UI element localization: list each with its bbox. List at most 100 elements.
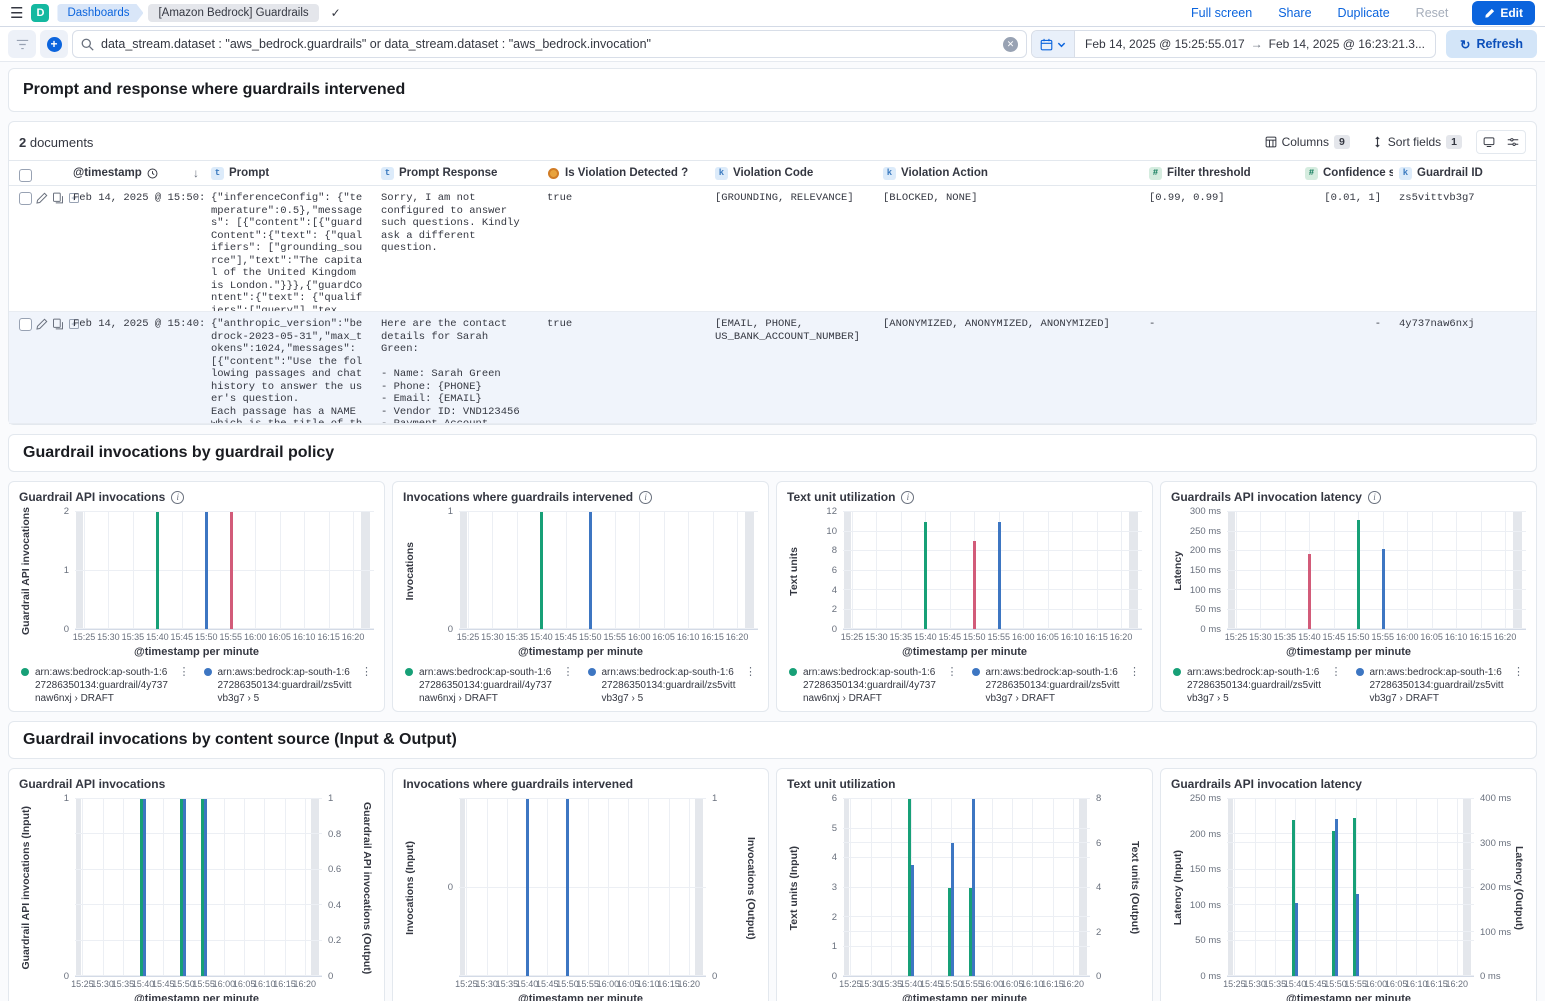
bar-blue[interactable] bbox=[1335, 819, 1338, 976]
cell-prompt[interactable]: {"anthropic_version":"bedrock-2023-05-31… bbox=[205, 312, 375, 423]
bar-blue[interactable] bbox=[1356, 894, 1359, 976]
cell-prompt-response[interactable]: Here are the contact details for Sarah G… bbox=[375, 312, 541, 423]
cell-guardrail-id[interactable]: 4y737naw6nxj bbox=[1393, 312, 1536, 423]
legend-menu-icon[interactable]: ⋮ bbox=[179, 666, 190, 679]
bar-blue[interactable] bbox=[205, 512, 208, 629]
y-tick-label: 4 bbox=[1096, 882, 1101, 893]
bar-blue[interactable] bbox=[951, 843, 954, 976]
bar-blue[interactable] bbox=[566, 799, 569, 976]
cell-guardrail-id[interactable]: zs5vittvb3g7 bbox=[1393, 186, 1536, 311]
date-range-end[interactable]: Feb 14, 2025 @ 16:23:21.3... bbox=[1269, 37, 1425, 51]
row-checkbox[interactable] bbox=[19, 318, 32, 331]
menu-icon[interactable]: ☰ bbox=[10, 6, 23, 21]
cell-confidence-score[interactable]: [0.01, 1] bbox=[1299, 186, 1393, 311]
row-checkbox[interactable] bbox=[19, 192, 32, 205]
query-input[interactable] bbox=[101, 37, 996, 51]
bar-blue[interactable] bbox=[183, 799, 186, 976]
info-icon[interactable]: i bbox=[639, 491, 652, 504]
select-all-checkbox[interactable] bbox=[19, 169, 32, 182]
col-header-violation-code[interactable]: kViolation Code bbox=[709, 161, 877, 185]
share-button[interactable]: Share bbox=[1278, 6, 1311, 20]
date-range-start[interactable]: Feb 14, 2025 @ 15:25:55.017 bbox=[1085, 37, 1245, 51]
legend-item[interactable]: arn:aws:bedrock:ap-south-1:627286350134:… bbox=[21, 666, 190, 705]
cell-confidence-score[interactable]: - bbox=[1299, 312, 1393, 423]
filter-button[interactable] bbox=[8, 30, 36, 58]
legend-item[interactable]: arn:aws:bedrock:ap-south-1:627286350134:… bbox=[1173, 666, 1342, 705]
calendar-button[interactable] bbox=[1032, 31, 1075, 57]
bar-blue[interactable] bbox=[998, 522, 1001, 629]
cell-violation-detected[interactable]: true bbox=[541, 186, 709, 311]
edit-row-icon[interactable] bbox=[36, 318, 48, 330]
edit-button[interactable]: Edit bbox=[1472, 1, 1535, 25]
cell-timestamp[interactable]: Feb 14, 2025 @ 15:50:57.000 bbox=[67, 186, 205, 311]
duplicate-button[interactable]: Duplicate bbox=[1338, 6, 1390, 20]
cell-filter-threshold[interactable]: - bbox=[1143, 312, 1299, 423]
legend-menu-icon[interactable]: ⋮ bbox=[361, 666, 372, 679]
copy-doc-icon[interactable] bbox=[52, 192, 64, 204]
legend-menu-icon[interactable]: ⋮ bbox=[1331, 666, 1342, 679]
legend-menu-icon[interactable]: ⋮ bbox=[1513, 666, 1524, 679]
add-filter-button[interactable]: + bbox=[40, 30, 68, 58]
reset-button[interactable]: Reset bbox=[1416, 6, 1449, 20]
cell-violation-action[interactable]: [BLOCKED, NONE] bbox=[877, 186, 1143, 311]
sort-fields-button[interactable]: Sort fields 1 bbox=[1364, 132, 1470, 152]
breadcrumb-dashboards[interactable]: Dashboards bbox=[57, 4, 143, 22]
legend-item[interactable]: arn:aws:bedrock:ap-south-1:627286350134:… bbox=[972, 666, 1141, 705]
legend-item[interactable]: arn:aws:bedrock:ap-south-1:627286350134:… bbox=[588, 666, 757, 705]
bar-blue[interactable] bbox=[972, 799, 975, 976]
legend-item[interactable]: arn:aws:bedrock:ap-south-1:627286350134:… bbox=[789, 666, 958, 705]
refresh-button[interactable]: ↻ Refresh bbox=[1446, 30, 1537, 58]
bar-blue[interactable] bbox=[526, 799, 529, 976]
col-header-violation-detected[interactable]: Is Violation Detected ? bbox=[541, 161, 709, 185]
legend-menu-icon[interactable]: ⋮ bbox=[563, 666, 574, 679]
legend-item[interactable]: arn:aws:bedrock:ap-south-1:627286350134:… bbox=[204, 666, 373, 705]
bar-pink[interactable] bbox=[1308, 554, 1311, 629]
bar-blue[interactable] bbox=[911, 865, 914, 976]
col-header-confidence-score[interactable]: #Confidence score bbox=[1299, 161, 1393, 185]
info-icon[interactable]: i bbox=[1368, 491, 1381, 504]
bar-blue[interactable] bbox=[589, 512, 592, 629]
info-icon[interactable]: i bbox=[901, 491, 914, 504]
grid-settings-button[interactable] bbox=[1501, 131, 1525, 153]
x-tick-label: 16:20 bbox=[342, 632, 365, 642]
cell-violation-action[interactable]: [ANONYMIZED, ANONYMIZED, ANONYMIZED] bbox=[877, 312, 1143, 423]
bar-blue[interactable] bbox=[143, 799, 146, 976]
bar-green[interactable] bbox=[1357, 520, 1360, 629]
bar-blue[interactable] bbox=[1382, 549, 1385, 629]
col-header-violation-action[interactable]: kViolation Action bbox=[877, 161, 1143, 185]
legend-menu-icon[interactable]: ⋮ bbox=[745, 666, 756, 679]
bar-pink[interactable] bbox=[230, 512, 233, 629]
copy-doc-icon[interactable] bbox=[52, 318, 64, 330]
cell-prompt-response[interactable]: Sorry, I am not configured to answer suc… bbox=[375, 186, 541, 311]
cell-violation-code[interactable]: [EMAIL, PHONE, US_BANK_ACCOUNT_NUMBER] bbox=[709, 312, 877, 423]
bar-green[interactable] bbox=[156, 512, 159, 629]
bar-pink[interactable] bbox=[973, 541, 976, 629]
breadcrumb-current[interactable]: [Amazon Bedrock] Guardrails bbox=[148, 4, 318, 22]
bar-blue[interactable] bbox=[204, 799, 207, 976]
cell-filter-threshold[interactable]: [0.99, 0.99] bbox=[1143, 186, 1299, 311]
col-header-prompt[interactable]: tPrompt bbox=[205, 161, 375, 185]
y-tick-label: 0 ms bbox=[1480, 971, 1501, 982]
col-header-prompt-response[interactable]: tPrompt Response bbox=[375, 161, 541, 185]
full-screen-button[interactable]: Full screen bbox=[1191, 6, 1252, 20]
legend-item[interactable]: arn:aws:bedrock:ap-south-1:627286350134:… bbox=[405, 666, 574, 705]
cell-violation-detected[interactable]: true bbox=[541, 312, 709, 423]
bar-blue[interactable] bbox=[1295, 903, 1298, 976]
cell-prompt[interactable]: {"inferenceConfig": {"temperature":0.5},… bbox=[205, 186, 375, 311]
col-header-timestamp[interactable]: @timestamp ↓ bbox=[67, 161, 205, 185]
cell-violation-code[interactable]: [GROUNDING, RELEVANCE] bbox=[709, 186, 877, 311]
legend-menu-icon[interactable]: ⋮ bbox=[1129, 666, 1140, 679]
app-logo[interactable]: D bbox=[31, 4, 49, 22]
legend-item[interactable]: arn:aws:bedrock:ap-south-1:627286350134:… bbox=[1356, 666, 1525, 705]
grid-display-button[interactable] bbox=[1477, 131, 1501, 153]
legend-menu-icon[interactable]: ⋮ bbox=[947, 666, 958, 679]
columns-button[interactable]: Columns 9 bbox=[1257, 132, 1358, 152]
col-header-filter-threshold[interactable]: #Filter threshold bbox=[1143, 161, 1299, 185]
cell-timestamp[interactable]: Feb 14, 2025 @ 15:40:19.000 bbox=[67, 312, 205, 423]
col-header-guardrail-id[interactable]: kGuardrail ID bbox=[1393, 161, 1536, 185]
bar-green[interactable] bbox=[540, 512, 543, 629]
info-icon[interactable]: i bbox=[171, 491, 184, 504]
edit-row-icon[interactable] bbox=[36, 192, 48, 204]
clear-query-icon[interactable]: ✕ bbox=[1003, 37, 1018, 52]
bar-green[interactable] bbox=[924, 522, 927, 629]
